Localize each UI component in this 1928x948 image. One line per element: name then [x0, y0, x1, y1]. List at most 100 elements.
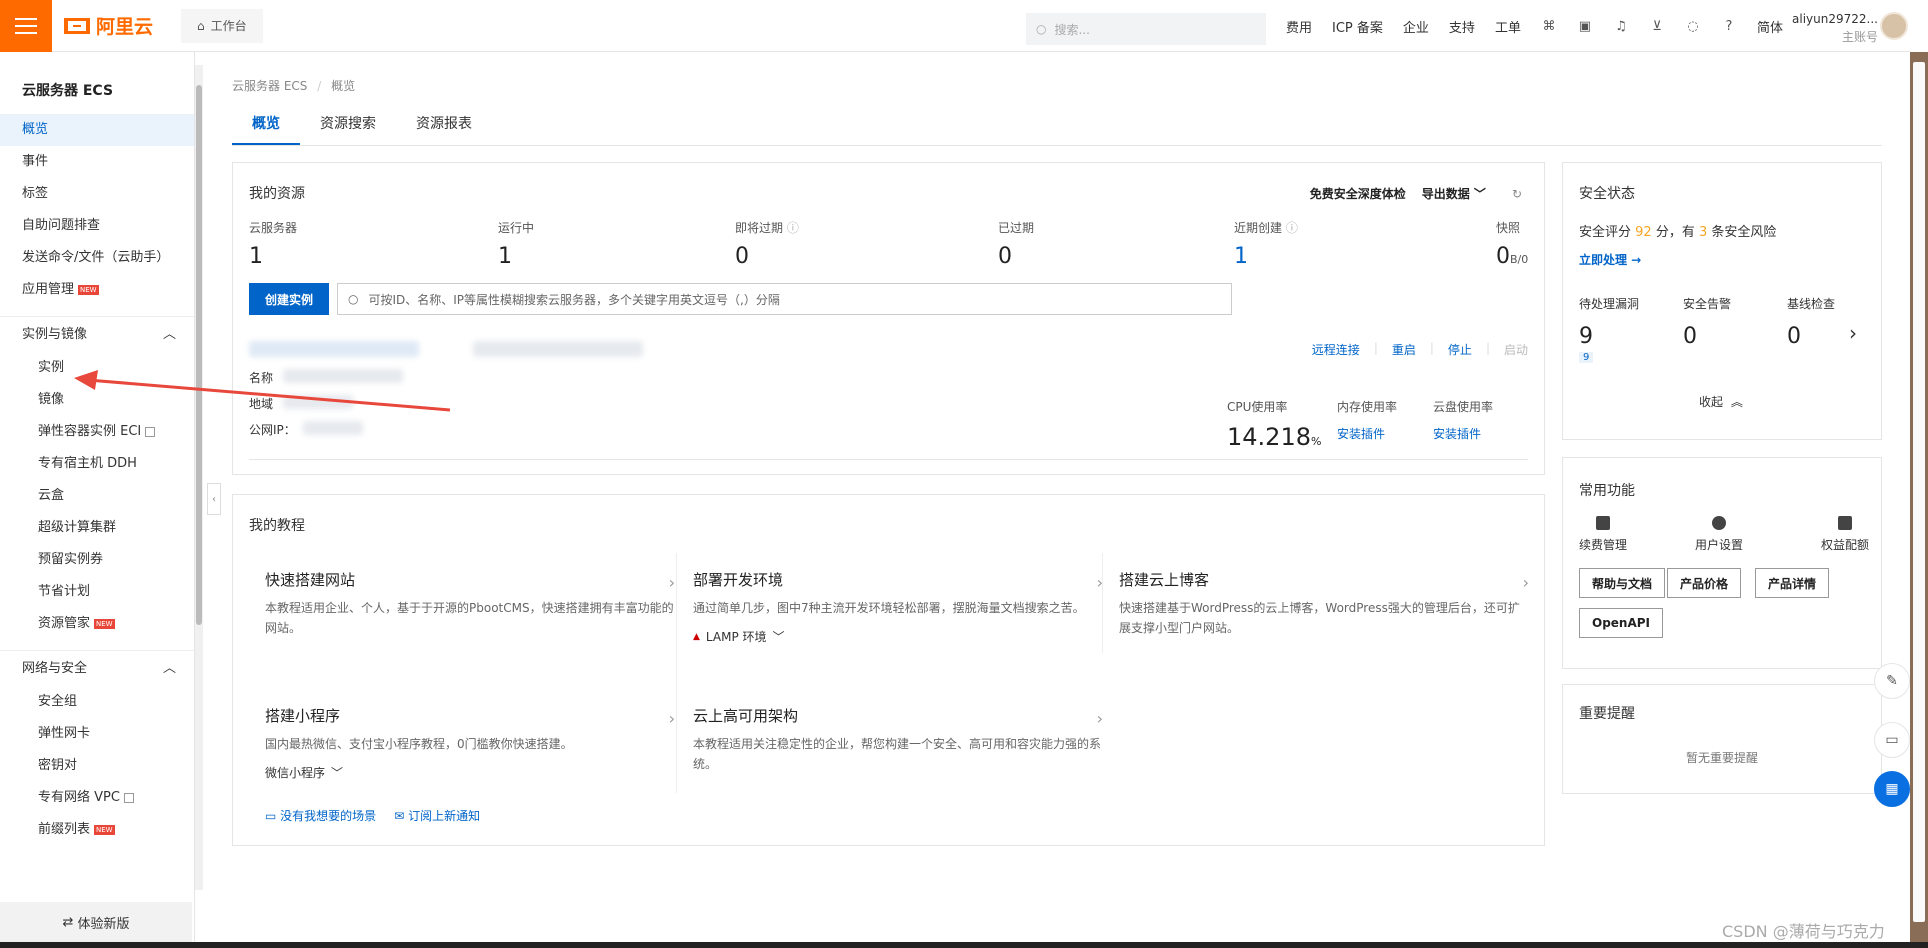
subscribe-link[interactable]: ✉ 订阅上新通知	[394, 807, 480, 824]
sidebar-item-overview[interactable]: 概览	[0, 114, 194, 146]
stat-snapshot[interactable]: 快照 0B/0	[1496, 219, 1528, 269]
openapi-button[interactable]: OpenAPI	[1579, 608, 1664, 638]
install-plugin-link[interactable]: 安装插件	[1433, 425, 1493, 442]
sidebar-item-scc[interactable]: 超级计算集群	[0, 512, 194, 544]
instance-id-redacted	[249, 341, 419, 357]
stat-label: 运行中	[498, 221, 535, 235]
security-check-link[interactable]: 免费安全深度体检	[1310, 185, 1406, 202]
help-docs-button[interactable]: 帮助与文档	[1579, 568, 1666, 598]
stat-vulnerabilities[interactable]: 待处理漏洞 9 9	[1579, 295, 1639, 363]
tab-overview[interactable]: 概览	[232, 108, 300, 145]
export-data-dropdown[interactable]: 导出数据 ﹀	[1422, 185, 1486, 202]
user-settings[interactable]: 用户设置	[1689, 516, 1749, 553]
resource-search-input[interactable]: ○ 可按ID、名称、IP等属性模糊搜索云服务器，多个关键字用英文逗号（,）分隔	[337, 283, 1232, 315]
tab-resource-report[interactable]: 资源报表	[396, 108, 492, 145]
top-nav: 费用 ICP 备案 企业 支持 工单 ⌘ ▣ ♫ ⊻ ◌ ? 简体	[1286, 0, 1783, 52]
stat-running[interactable]: 运行中 1	[498, 219, 534, 269]
breadcrumb: 云服务器 ECS / 概览	[232, 77, 355, 94]
restart-link[interactable]: 重启	[1392, 341, 1416, 358]
page-scrollbar[interactable]	[1910, 52, 1928, 942]
bell-icon[interactable]: ♫	[1613, 18, 1629, 34]
edit-icon[interactable]: ✎	[1874, 663, 1910, 699]
lightbulb-icon[interactable]: ◌	[1685, 18, 1701, 34]
renewal-management[interactable]: 续费管理	[1573, 516, 1633, 553]
cloud-shell-icon[interactable]: ⌘	[1541, 18, 1557, 34]
sidebar-item-app-management[interactable]: 应用管理 NEW	[0, 274, 194, 306]
avatar[interactable]	[1880, 12, 1908, 40]
sidebar-item-resource-manager[interactable]: 资源管家 NEW	[0, 608, 194, 640]
chevron-right-icon[interactable]: ›	[1849, 321, 1857, 345]
sidebar-item-eci[interactable]: 弹性容器实例 ECI	[0, 416, 194, 448]
sidebar-item-savings-plan[interactable]: 节省计划	[0, 576, 194, 608]
quota-management[interactable]: 权益配额	[1815, 516, 1875, 553]
sidebar-item-images[interactable]: 镜像	[0, 384, 194, 416]
sidebar-item-eni[interactable]: 弹性网卡	[0, 718, 194, 750]
tutorial-dev-env[interactable]: 部署开发环境 › 通过简单几步，图中7种主流开发环境轻松部署，摆脱海量文档搜索之…	[693, 569, 1103, 645]
scrollbar-thumb[interactable]	[1913, 62, 1925, 922]
create-instance-button[interactable]: 创建实例	[249, 283, 329, 315]
sidebar-title: 云服务器 ECS	[22, 83, 114, 99]
sidebar-item-send-command[interactable]: 发送命令/文件（云助手）	[0, 242, 194, 274]
sidebar-item-instances[interactable]: 实例	[0, 352, 194, 384]
sidebar-item-security-group[interactable]: 安全组	[0, 686, 194, 718]
sidebar-group-network[interactable]: 网络与安全 ︿	[0, 650, 194, 686]
tab-resource-search[interactable]: 资源搜索	[300, 108, 396, 145]
sidebar-item-troubleshoot[interactable]: 自助问题排查	[0, 210, 194, 242]
install-plugin-link[interactable]: 安装插件	[1337, 425, 1397, 442]
no-scene-link[interactable]: ▭ 没有我想要的场景	[265, 807, 376, 824]
apps-grid-icon[interactable]: ▦	[1874, 771, 1910, 807]
sidebar-scrollbar[interactable]	[195, 65, 203, 890]
tutorial-quick-website[interactable]: 快速搭建网站 › 本教程适用企业、个人，基于于开源的PbootCMS，快速搭建拥…	[265, 569, 675, 638]
tutorial-blog[interactable]: 搭建云上博客 › 快速搭建基于WordPress的云上博客，WordPress强…	[1119, 569, 1529, 638]
tutorial-mini-program[interactable]: 搭建小程序 › 国内最热微信、支付宝小程序教程，0门槛教你快速搭建。 微信小程序…	[265, 705, 675, 781]
mini-program-dropdown[interactable]: 微信小程序 ﹀	[265, 764, 675, 781]
sidebar-item-reserved[interactable]: 预留实例券	[0, 544, 194, 576]
stat-servers[interactable]: 云服务器 1	[249, 219, 297, 269]
sidebar-item-ddh[interactable]: 专有宿主机 DDH	[0, 448, 194, 480]
pricing-button[interactable]: 产品价格	[1667, 568, 1742, 598]
aliyun-logo[interactable]: 阿里云	[64, 12, 153, 39]
workbench-button[interactable]: ⌂ 工作台	[181, 8, 263, 43]
sidebar-item-vpc[interactable]: 专有网络 VPC	[0, 782, 194, 814]
refresh-icon[interactable]: ↻	[1512, 187, 1522, 201]
user-menu[interactable]: aliyun29722... 主账号	[1792, 10, 1878, 46]
nav-ticket[interactable]: 工单	[1495, 17, 1521, 36]
terminal-icon[interactable]: ▣	[1577, 18, 1593, 34]
nav-icp[interactable]: ICP 备案	[1332, 17, 1383, 36]
top-search-input[interactable]: ○ 搜索...	[1026, 13, 1266, 45]
remote-connect-link[interactable]: 远程连接	[1312, 341, 1360, 358]
start-link[interactable]: 启动	[1504, 341, 1528, 358]
stat-expired[interactable]: 已过期 0	[998, 219, 1034, 269]
sidebar-collapse-button[interactable]: ‹	[207, 483, 221, 515]
breadcrumb-root[interactable]: 云服务器 ECS	[232, 79, 307, 93]
cart-icon[interactable]: ⊻	[1649, 18, 1665, 34]
nav-enterprise[interactable]: 企业	[1403, 17, 1429, 36]
help-icon[interactable]: ?	[1721, 18, 1737, 34]
stat-alerts[interactable]: 安全告警 0	[1683, 295, 1731, 349]
product-detail-button[interactable]: 产品详情	[1755, 568, 1830, 598]
nav-fees[interactable]: 费用	[1286, 17, 1312, 36]
sidebar-item-prefix-list[interactable]: 前缀列表 NEW	[0, 814, 194, 846]
try-new-version-button[interactable]: ⇄ 体验新版	[0, 902, 192, 942]
menu-icon[interactable]	[0, 0, 52, 52]
stat-baseline[interactable]: 基线检查 0	[1787, 295, 1835, 349]
collapse-button[interactable]: 收起 ︽	[1699, 393, 1743, 410]
feedback-icon[interactable]: ▭	[1874, 722, 1910, 758]
stat-recent[interactable]: 近期创建 ⓘ 1	[1234, 219, 1298, 269]
tutorial-high-availability[interactable]: 云上高可用架构 › 本教程适用关注稳定性的企业，帮您构建一个安全、高可用和容灾能…	[693, 705, 1103, 774]
stop-link[interactable]: 停止	[1448, 341, 1472, 358]
scrollbar-thumb[interactable]	[196, 85, 202, 625]
tutorial-desc: 本教程适用企业、个人，基于于开源的PbootCMS，快速搭建拥有丰富功能的网站。	[265, 601, 674, 635]
sidebar-item-keypair[interactable]: 密钥对	[0, 750, 194, 782]
nav-support[interactable]: 支持	[1449, 17, 1475, 36]
instance-region-redacted	[283, 395, 353, 409]
language-switch[interactable]: 简体	[1757, 17, 1783, 36]
sidebar-item-tags[interactable]: 标签	[0, 178, 194, 210]
sidebar-group-instances[interactable]: 实例与镜像 ︿	[0, 316, 194, 352]
stat-expiring[interactable]: 即将过期 ⓘ 0	[735, 219, 799, 269]
handle-now-link[interactable]: 立即处理 →	[1579, 251, 1641, 268]
lamp-dropdown[interactable]: ▲ LAMP 环境 ﹀	[693, 628, 1103, 645]
sidebar-item-events[interactable]: 事件	[0, 146, 194, 178]
sidebar-item-cloud-box[interactable]: 云盒	[0, 480, 194, 512]
resource-actions: 免费安全深度体检 导出数据 ﹀ ↻	[1310, 185, 1522, 202]
